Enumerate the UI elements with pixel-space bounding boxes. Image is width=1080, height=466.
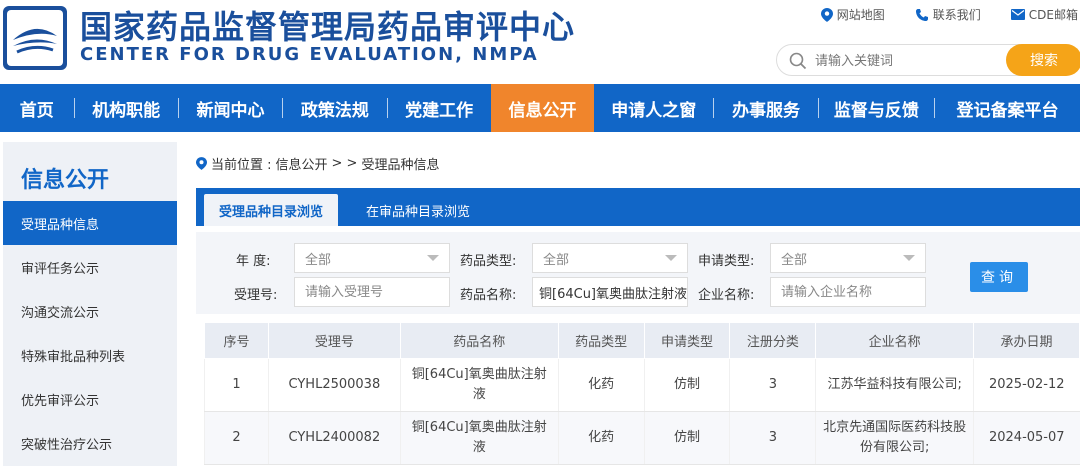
sidebar-item-special-approval[interactable]: 特殊审批品种列表 [3, 333, 177, 377]
sidebar-item-accepted-drugs[interactable]: 受理品种信息 [3, 201, 177, 245]
breadcrumb-separator: > > [331, 156, 358, 171]
site-header: 国家药品监督管理局药品审评中心 CENTER FOR DRUG EVALUATI… [0, 0, 1080, 82]
filter-panel: 年 度: 全部 药品类型: 全部 申请类型: 全部 受理号: 药品名称: 企业名… [196, 232, 1080, 314]
nav-item-news-center[interactable]: 新闻中心 [179, 84, 282, 132]
table-cell: CYHL2500038 [267, 358, 401, 412]
column-header: 序号 [204, 322, 269, 359]
table-cell: 化药 [557, 411, 645, 465]
mail-icon [1010, 9, 1025, 20]
sidebar-item-review-tasks[interactable]: 审评任务公示 [3, 245, 177, 289]
nav-item-org-functions[interactable]: 机构职能 [75, 84, 178, 132]
drug-type-select-value: 全部 [543, 252, 570, 268]
sitemap-label: 网站地图 [836, 8, 885, 22]
nav-item-home[interactable]: 首页 [0, 84, 74, 132]
nav-item-supervision-feedback[interactable]: 监督与反馈 [819, 84, 934, 132]
table-cell: 仿制 [643, 358, 730, 412]
column-header: 药品类型 [557, 322, 645, 359]
table-cell: 铜[64Cu]氧奥曲肽注射液 [399, 358, 559, 412]
site-title-cn: 国家药品监督管理局药品审评中心 [80, 8, 576, 46]
location-pin-icon [820, 7, 833, 22]
table-cell: 仿制 [643, 411, 730, 465]
year-select[interactable]: 全部 [294, 243, 450, 273]
nav-item-policy-regulations[interactable]: 政策法规 [283, 84, 386, 132]
phone-icon [915, 8, 928, 21]
column-header: 企业名称 [815, 322, 975, 359]
sidebar-item-priority-review[interactable]: 优先审评公示 [3, 377, 177, 421]
apply-type-label: 申请类型: [698, 254, 755, 269]
table-row[interactable]: 2 CYHL2400082 铜[64Cu]氧奥曲肽注射液 化药 仿制 3 北京先… [204, 411, 1080, 465]
table-cell: CYHL2400082 [267, 411, 401, 465]
sidebar-item-communication[interactable]: 沟通交流公示 [3, 289, 177, 333]
cde-logo-icon[interactable] [3, 6, 67, 70]
results-table: 序号 受理号 药品名称 药品类型 申请类型 注册分类 企业名称 承办日期 1 C… [204, 322, 1080, 465]
nav-item-services[interactable]: 办事服务 [714, 84, 817, 132]
cde-mail-link[interactable]: CDE邮箱 [1010, 6, 1078, 23]
chevron-down-icon [903, 255, 915, 261]
column-header: 药品名称 [399, 322, 559, 359]
table-cell: 2 [204, 411, 269, 465]
search-button[interactable]: 搜索 [1006, 44, 1080, 76]
table-cell: 北京先通国际医药科技股份有限公司; [815, 411, 974, 465]
breadcrumb-current: 受理品种信息 [361, 158, 440, 173]
site-title-en: CENTER FOR DRUG EVALUATION, NMPA [80, 44, 539, 65]
table-cell: 3 [729, 411, 816, 465]
drug-name-label: 药品名称: [460, 288, 517, 303]
company-input[interactable] [770, 277, 926, 307]
column-header: 承办日期 [973, 322, 1080, 359]
table-cell: 化药 [557, 358, 645, 412]
main-nav: 首页 机构职能 新闻中心 政策法规 党建工作 信息公开 申请人之窗 办事服务 监督与反馈 登记备案… [0, 84, 1080, 132]
table-cell: 2024-05-07 [973, 411, 1080, 465]
cde-mail-label: CDE邮箱 [1028, 8, 1078, 22]
breadcrumb-prefix: 当前位置 : [211, 158, 272, 173]
table-cell: 江苏华益科技有限公司; [815, 358, 974, 412]
table-cell: 铜[64Cu]氧奥曲肽注射液 [399, 411, 559, 465]
chevron-down-icon [427, 255, 439, 261]
sidebar: 信息公开 受理品种信息 审评任务公示 沟通交流公示 特殊审批品种列表 优先审评公… [3, 142, 177, 466]
table-cell: 2025-02-12 [973, 358, 1080, 412]
apply-type-select[interactable]: 全部 [770, 243, 926, 273]
year-select-value: 全部 [305, 252, 332, 268]
table-header-row: 序号 受理号 药品名称 药品类型 申请类型 注册分类 企业名称 承办日期 [204, 322, 1080, 359]
sidebar-item-breakthrough[interactable]: 突破性治疗公示 [3, 421, 177, 465]
nav-item-info-public[interactable]: 信息公开 [490, 84, 595, 132]
table-row[interactable]: 1 CYHL2500038 铜[64Cu]氧奥曲肽注射液 化药 仿制 3 江苏华… [204, 358, 1080, 412]
chevron-down-icon [665, 255, 677, 261]
sitemap-link[interactable]: 网站地图 [820, 6, 885, 23]
query-button[interactable]: 查询 [970, 262, 1028, 292]
contact-label: 联系我们 [932, 8, 981, 22]
sidebar-title: 信息公开 [21, 168, 110, 193]
nav-item-registration-platform[interactable]: 登记备案平台 [935, 84, 1080, 132]
column-header: 受理号 [267, 322, 401, 359]
drug-name-input[interactable] [532, 277, 688, 307]
breadcrumb: 当前位置 : 信息公开 > > 受理品种信息 [196, 154, 439, 173]
column-header: 申请类型 [643, 322, 731, 359]
year-label: 年 度: [236, 254, 271, 269]
tab-accepted-catalog[interactable]: 受理品种目录浏览 [204, 194, 338, 226]
tab-under-review-catalog[interactable]: 在审品种目录浏览 [346, 194, 490, 226]
search-icon [789, 52, 807, 70]
column-header: 注册分类 [729, 322, 817, 359]
tab-bar: 受理品种目录浏览 在审品种目录浏览 [196, 188, 1080, 226]
contact-link[interactable]: 联系我们 [915, 6, 981, 23]
apply-type-select-value: 全部 [781, 252, 808, 268]
company-label: 企业名称: [698, 288, 755, 303]
top-links: 网站地图 联系我们 CDE邮箱 [820, 6, 1078, 23]
table-cell: 3 [729, 358, 816, 412]
nav-item-applicant-window[interactable]: 申请人之窗 [594, 84, 713, 132]
drug-type-select[interactable]: 全部 [532, 243, 688, 273]
location-pin-icon [196, 157, 207, 170]
drug-type-label: 药品类型: [460, 254, 517, 269]
accept-no-input[interactable] [294, 277, 450, 307]
search-input[interactable] [815, 50, 1005, 72]
table-cell: 1 [204, 358, 269, 412]
accept-no-label: 受理号: [234, 288, 278, 303]
breadcrumb-info-public[interactable]: 信息公开 [276, 154, 328, 173]
nav-item-party-building[interactable]: 党建工作 [388, 84, 491, 132]
